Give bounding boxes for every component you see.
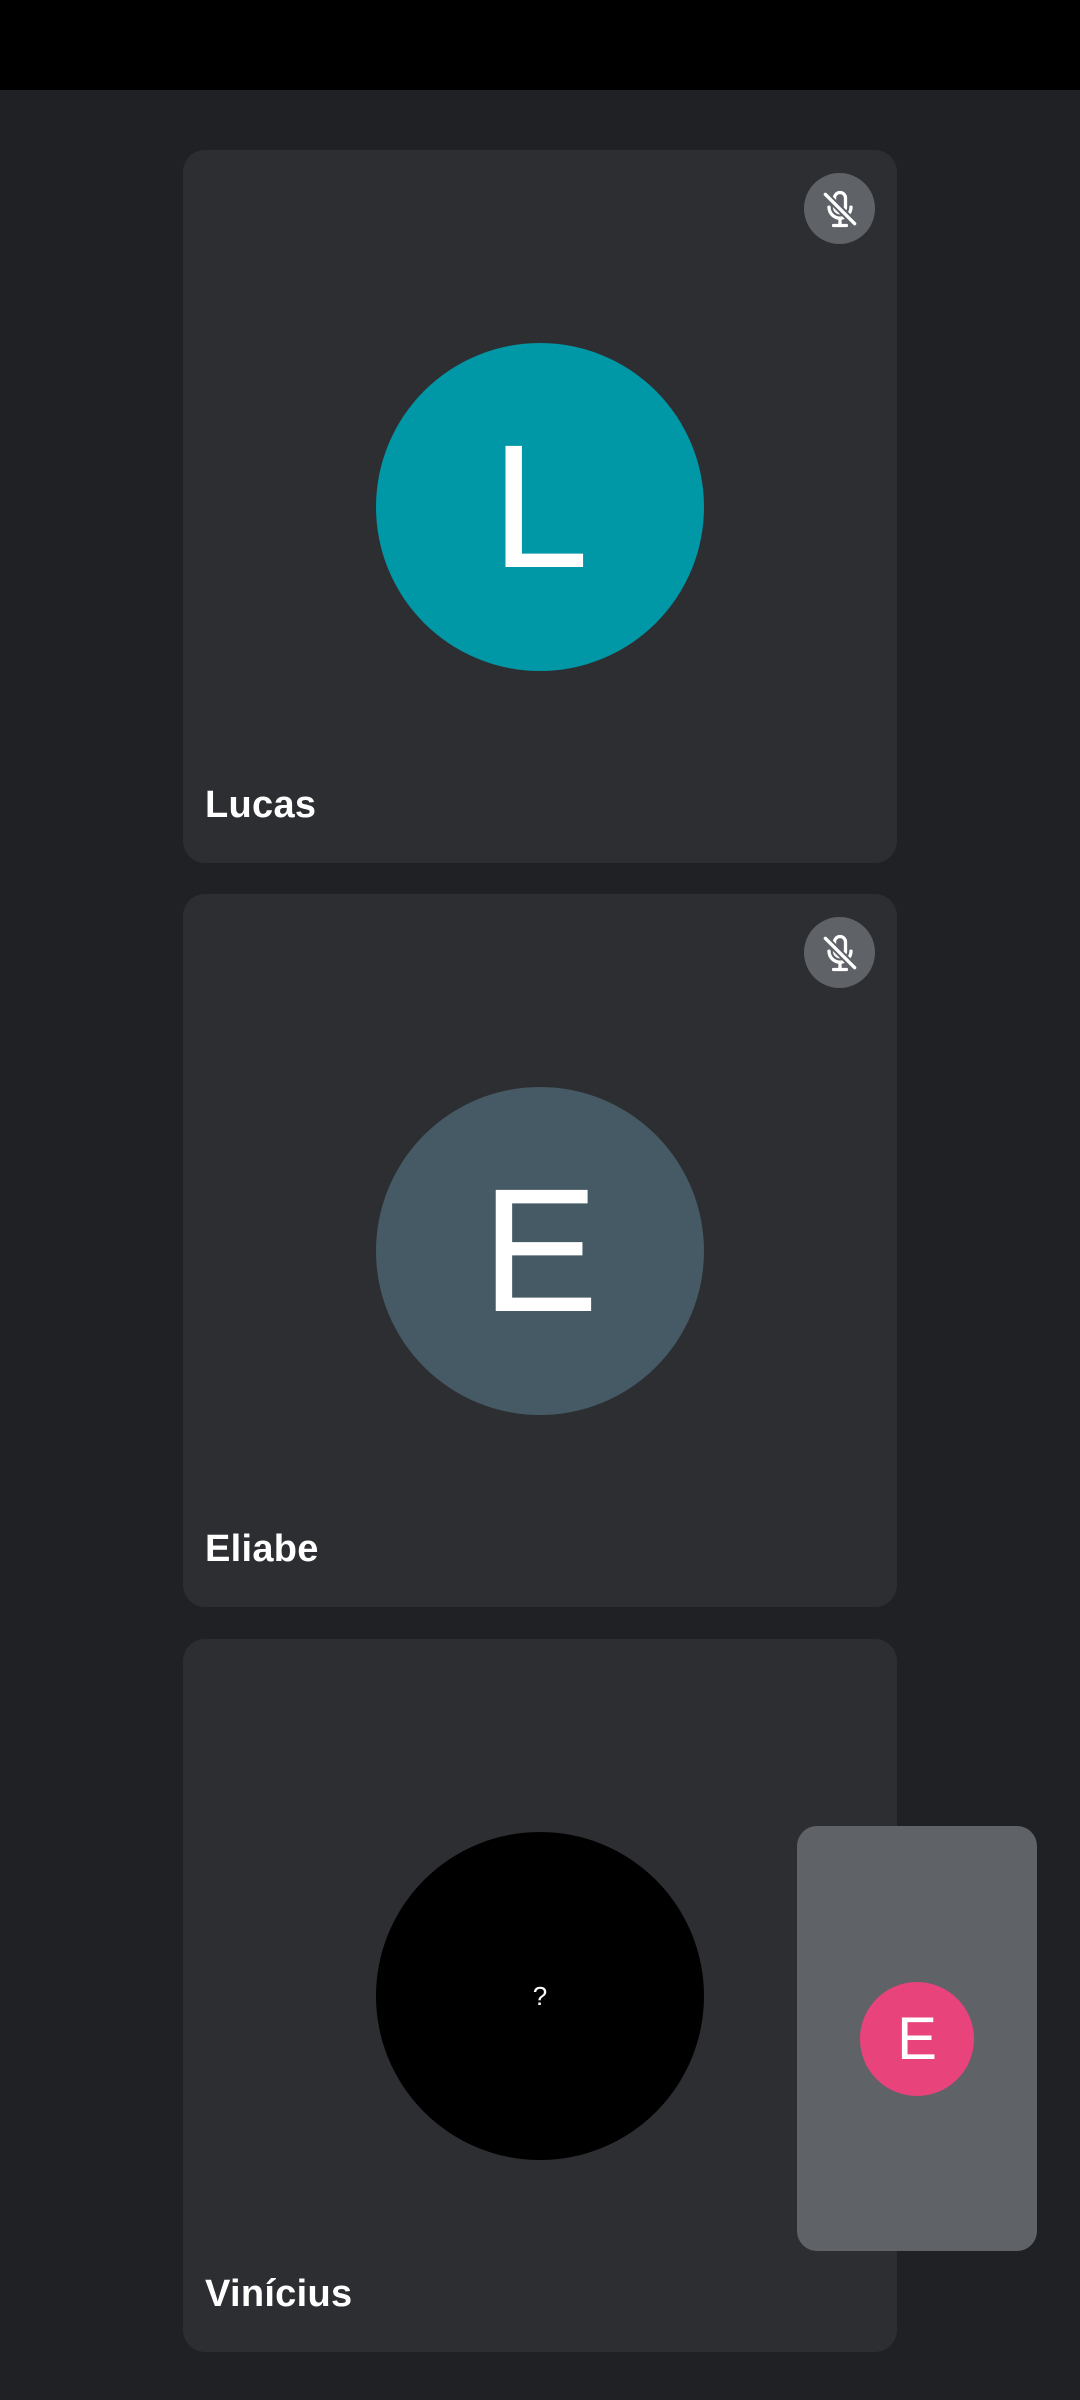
participant-tile-lucas[interactable]: L Lucas xyxy=(183,150,897,863)
mic-off-icon xyxy=(822,934,857,971)
avatar: E xyxy=(376,1087,704,1415)
participant-tile-vinicius[interactable]: ? Vinícius xyxy=(183,1639,897,2352)
mic-off-icon xyxy=(822,190,857,227)
avatar: L xyxy=(376,343,704,671)
participant-name: Eliabe xyxy=(205,1528,319,1570)
muted-indicator[interactable] xyxy=(804,917,875,988)
self-avatar: E xyxy=(860,1982,974,2096)
muted-indicator[interactable] xyxy=(804,173,875,244)
status-bar xyxy=(0,0,1080,90)
participant-tile-eliabe[interactable]: E Eliabe xyxy=(183,894,897,1607)
participant-name: Vinícius xyxy=(205,2273,353,2315)
participant-name: Lucas xyxy=(205,784,317,826)
self-view-tile[interactable]: E xyxy=(797,1826,1037,2251)
avatar: ? xyxy=(376,1832,704,2160)
